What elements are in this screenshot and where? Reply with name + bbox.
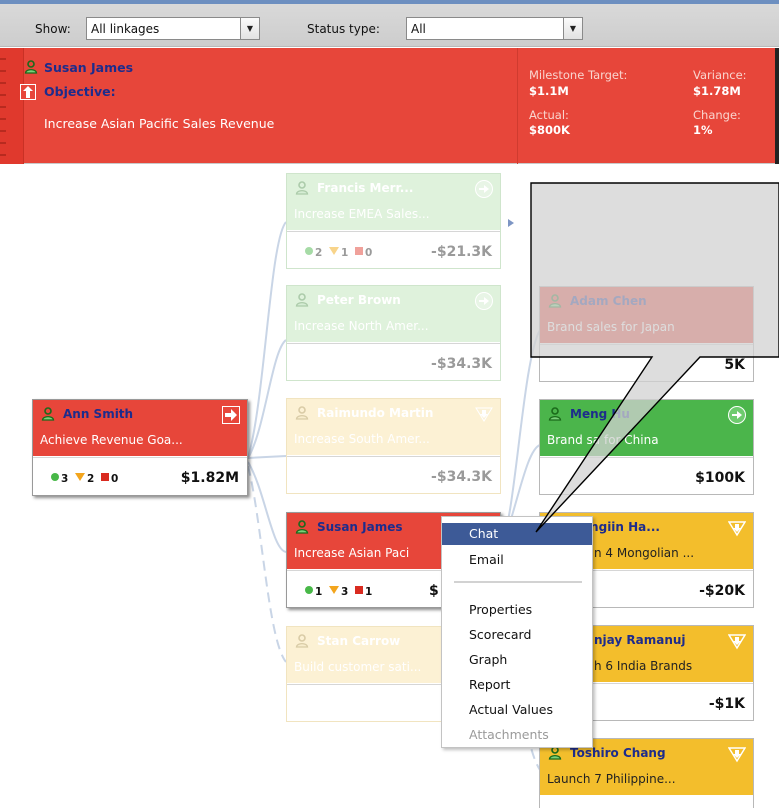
right-arrow-icon[interactable] — [475, 180, 493, 198]
down-arrow-icon[interactable] — [728, 519, 746, 537]
card-value: 5K — [724, 357, 745, 373]
yellow-triangle-icon — [328, 586, 339, 594]
card-objective: Brand sales for Japan — [547, 320, 675, 334]
strategy-map-app: Show: All linkages ▼ Status type: All ▼ … — [0, 0, 779, 808]
person-icon — [295, 520, 309, 534]
card-adam-chen[interactable]: Adam Chen Brand sales for Japan 5K — [539, 286, 754, 382]
person-icon — [295, 181, 309, 195]
card-person-name[interactable]: Adam Chen — [570, 294, 647, 308]
down-arrow-icon[interactable] — [728, 745, 746, 763]
card-value: -$34.3K — [431, 356, 492, 372]
card-person-name[interactable]: Stan Carrow — [317, 634, 400, 648]
person-icon — [548, 294, 562, 308]
right-arrow-icon[interactable] — [475, 292, 493, 310]
card-toshiro-chang[interactable]: Toshiro Chang Launch 7 Philippine... — [539, 738, 754, 808]
right-arrow-icon[interactable] — [222, 406, 240, 424]
card-meng-hu[interactable]: Meng Hu Brand sa for China $100K — [539, 399, 754, 495]
menu-item-attachments: Attachments — [469, 727, 549, 742]
card-ann-smith[interactable]: Ann Smith Achieve Revenue Goa... 3 2 0 $… — [32, 399, 248, 496]
yellow-triangle-icon — [74, 473, 85, 481]
card-value: -$21.3K — [431, 244, 492, 260]
person-icon — [295, 293, 309, 307]
menu-item-report[interactable]: Report — [442, 674, 592, 696]
yellow-triangle-icon — [328, 247, 339, 255]
card-raimundo-martin[interactable]: Raimundo Martin Increase South Amer... -… — [286, 398, 501, 494]
menu-item-properties[interactable]: Properties — [442, 599, 592, 621]
red-square-icon — [354, 247, 363, 255]
person-icon — [548, 407, 562, 421]
card-value: $ — [429, 583, 439, 599]
down-arrow-icon[interactable] — [728, 632, 746, 650]
menu-item-chat[interactable]: Chat — [442, 523, 592, 545]
menu-item-scorecard[interactable]: Scorecard — [442, 624, 592, 646]
card-person-name[interactable]: Susan James — [317, 520, 403, 534]
card-status-counts: 2 1 0 — [305, 247, 372, 259]
card-value: $1.82M — [180, 470, 239, 486]
context-menu: Chat Email Properties Scorecard Graph Re… — [441, 516, 593, 748]
card-francis[interactable]: Francis Merr... Increase EMEA Sales... 2… — [286, 173, 501, 269]
person-icon — [295, 406, 309, 420]
card-objective: Achieve Revenue Goa... — [40, 433, 183, 447]
person-icon — [41, 407, 55, 421]
red-square-icon — [354, 586, 363, 594]
card-objective: Increase North Amer... — [294, 319, 429, 333]
menu-item-email[interactable]: Email — [442, 549, 592, 571]
card-person-name[interactable]: Francis Merr... — [317, 181, 413, 195]
card-value: -$20K — [699, 583, 745, 599]
card-person-name[interactable]: Ann Smith — [63, 407, 133, 421]
card-value: $100K — [695, 470, 745, 486]
card-objective: Increase EMEA Sales... — [294, 207, 430, 221]
red-square-icon — [100, 473, 109, 481]
card-objective: n 4 Mongolian ... — [594, 546, 695, 560]
menu-separator — [454, 581, 582, 583]
menu-item-graph[interactable]: Graph — [442, 649, 592, 671]
person-icon — [548, 746, 562, 760]
card-value: -$34.3K — [431, 469, 492, 485]
card-peter-brown[interactable]: Peter Brown Increase North Amer... -$34.… — [286, 285, 501, 381]
card-person-name[interactable]: njay Ramanuj — [594, 633, 686, 647]
green-dot-icon — [51, 473, 59, 481]
card-person-name[interactable]: Peter Brown — [317, 293, 401, 307]
menu-item-actual-values[interactable]: Actual Values — [442, 699, 592, 721]
green-dot-icon — [305, 586, 313, 594]
card-person-name[interactable]: Meng Hu — [570, 407, 630, 421]
card-objective: Increase South Amer... — [294, 432, 430, 446]
card-objective: Launch 7 Philippine... — [547, 772, 676, 786]
card-objective: h 6 India Brands — [594, 659, 693, 673]
right-arrow-icon[interactable] — [728, 406, 746, 424]
card-person-name[interactable]: Toshiro Chang — [570, 746, 666, 760]
card-status-counts: 1 3 1 — [305, 586, 372, 598]
card-person-name[interactable]: Raimundo Martin — [317, 406, 433, 420]
down-arrow-icon[interactable] — [475, 405, 493, 423]
person-icon — [295, 634, 309, 648]
card-objective: Brand sa for China — [547, 433, 659, 447]
card-value: -$1K — [708, 696, 745, 712]
green-dot-icon — [305, 247, 313, 255]
card-status-counts: 3 2 0 — [51, 473, 118, 485]
